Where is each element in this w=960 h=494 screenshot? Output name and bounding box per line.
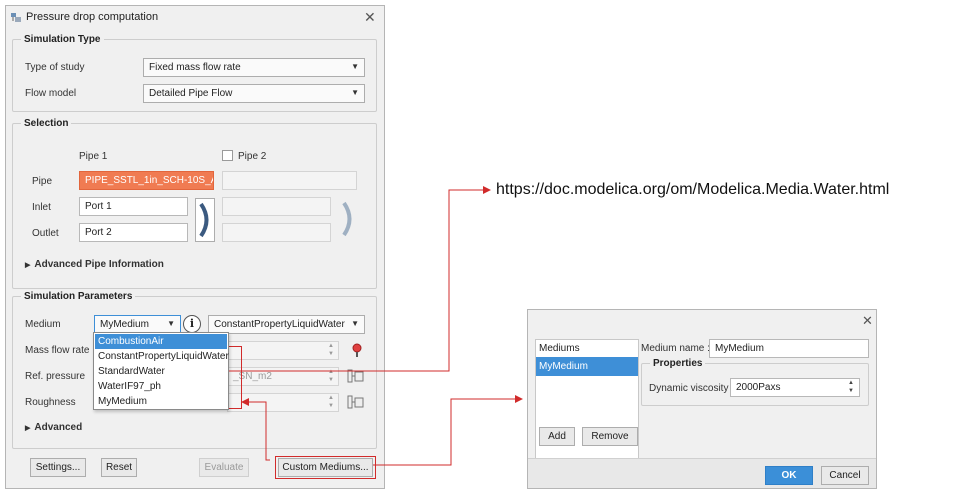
pipe2-outlet-field bbox=[222, 223, 331, 242]
link-unit-icon[interactable] bbox=[347, 367, 365, 385]
flow-model-value: Detailed Pipe Flow bbox=[149, 88, 233, 99]
flow-model-label: Flow model bbox=[25, 88, 77, 99]
app-icon bbox=[11, 13, 21, 22]
advanced-pipe-info-expander[interactable]: ▶ Advanced Pipe Information bbox=[25, 259, 164, 270]
close-icon[interactable]: ✕ bbox=[862, 313, 873, 329]
curved-arrow-icon bbox=[199, 202, 209, 238]
advanced-label: Advanced bbox=[34, 422, 83, 433]
chevron-down-icon: ▼ bbox=[167, 319, 175, 328]
arrow-to-mediums-dialog bbox=[373, 395, 523, 466]
inlet-field[interactable]: Port 1 bbox=[79, 197, 188, 216]
pipe1-flow-direction-button[interactable] bbox=[195, 198, 215, 242]
mass-flow-rate-field bbox=[227, 341, 339, 360]
outlet-field[interactable]: Port 2 bbox=[79, 223, 188, 242]
medium-name-label: Medium name : bbox=[641, 343, 710, 354]
mass-flow-rate-label: Mass flow rate bbox=[25, 345, 90, 356]
roughness-label: Roughness bbox=[25, 397, 76, 408]
pipe1-header: Pipe 1 bbox=[79, 151, 108, 162]
medium-model-value: ConstantPropertyLiquidWater bbox=[214, 319, 345, 330]
outlet-label: Outlet bbox=[32, 228, 59, 239]
dynamic-viscosity-spinner[interactable]: ▲ ▼ bbox=[846, 379, 856, 396]
pipe-label: Pipe bbox=[32, 176, 53, 187]
remove-button[interactable]: Remove bbox=[582, 427, 638, 446]
unit-highlight-box bbox=[228, 346, 242, 409]
dialog-title: Pressure drop computation bbox=[26, 11, 159, 23]
advanced-pipe-info-label: Advanced Pipe Information bbox=[34, 259, 164, 270]
custom-mediums-dialog: ✕ Mediums MyMedium Medium name : MyMediu… bbox=[527, 309, 877, 489]
info-icon[interactable]: i bbox=[183, 315, 201, 333]
medium-model-select[interactable]: ConstantPropertyLiquidWater ▼ bbox=[208, 315, 365, 334]
type-of-study-value: Fixed mass flow rate bbox=[149, 62, 241, 73]
evaluate-button: Evaluate bbox=[199, 458, 249, 477]
pipe2-flow-direction-button bbox=[339, 198, 359, 242]
reset-button[interactable]: Reset bbox=[101, 458, 137, 477]
link-unit-icon[interactable] bbox=[347, 393, 365, 411]
roughness-field bbox=[227, 393, 339, 412]
ref-pressure-field: _SN_m2 bbox=[227, 367, 339, 386]
medium-option[interactable]: CombustionAir bbox=[95, 334, 227, 349]
chevron-down-icon: ▼ bbox=[351, 88, 359, 97]
chevron-down-icon: ▼ bbox=[351, 62, 359, 71]
pipe2-inlet-field bbox=[222, 197, 331, 216]
ref-pressure-spinner: ▲ ▼ bbox=[328, 369, 334, 383]
pipe1-field[interactable]: PIPE_SSTL_1in_SCH-10S_ASME bbox=[79, 171, 214, 190]
cancel-button[interactable]: Cancel bbox=[821, 466, 869, 485]
ref-pressure-label: Ref. pressure bbox=[25, 371, 86, 382]
dynamic-viscosity-input[interactable]: 2000Paxs bbox=[730, 378, 860, 397]
medium-option[interactable]: StandardWater bbox=[95, 364, 227, 379]
mediums-list-item[interactable]: MyMedium bbox=[536, 357, 638, 376]
advanced-expander[interactable]: ▶ Advanced bbox=[25, 422, 82, 433]
medium-label: Medium bbox=[25, 319, 61, 330]
pressure-drop-dialog: Pressure drop computation ✕ Simulation T… bbox=[5, 5, 385, 489]
pipe2-field bbox=[222, 171, 357, 190]
title-bar: Pressure drop computation ✕ bbox=[6, 6, 384, 28]
simulation-type-legend: Simulation Type bbox=[24, 34, 101, 45]
triangle-right-icon: ▶ bbox=[25, 262, 31, 269]
properties-legend: Properties bbox=[653, 358, 703, 369]
medium-option[interactable]: WaterIF97_ph bbox=[95, 379, 227, 394]
medium-value: MyMedium bbox=[100, 319, 149, 330]
type-of-study-select[interactable]: Fixed mass flow rate ▼ bbox=[143, 58, 365, 77]
add-button[interactable]: Add bbox=[539, 427, 575, 446]
mediums-list-header: Mediums bbox=[539, 343, 580, 354]
simulation-parameters-legend: Simulation Parameters bbox=[24, 291, 133, 302]
settings-button[interactable]: Settings... bbox=[30, 458, 86, 477]
medium-name-input[interactable]: MyMedium bbox=[709, 339, 869, 358]
type-of-study-label: Type of study bbox=[25, 62, 85, 73]
dynamic-viscosity-label: Dynamic viscosity bbox=[649, 383, 729, 394]
pipe2-header: Pipe 2 bbox=[238, 151, 267, 162]
mass-flow-rate-spinner: ▲ ▼ bbox=[328, 343, 334, 357]
triangle-right-icon: ▶ bbox=[25, 425, 31, 432]
inlet-label: Inlet bbox=[32, 202, 51, 213]
custom-mediums-highlight-box bbox=[275, 456, 376, 479]
documentation-url: https://doc.modelica.org/om/Modelica.Med… bbox=[496, 181, 890, 198]
ok-button[interactable]: OK bbox=[765, 466, 813, 485]
pipe2-checkbox[interactable] bbox=[222, 150, 233, 161]
roughness-spinner: ▲ ▼ bbox=[328, 395, 334, 409]
thermometer-icon[interactable] bbox=[351, 341, 363, 359]
medium-option[interactable]: ConstantPropertyLiquidWater bbox=[95, 349, 229, 364]
flow-model-select[interactable]: Detailed Pipe Flow ▼ bbox=[143, 84, 365, 103]
selection-legend: Selection bbox=[24, 118, 69, 129]
close-icon[interactable]: ✕ bbox=[364, 9, 376, 26]
curved-arrow-icon bbox=[342, 201, 352, 237]
medium-dropdown-list: CombustionAir ConstantPropertyLiquidWate… bbox=[93, 332, 229, 410]
medium-option[interactable]: MyMedium bbox=[95, 394, 227, 409]
chevron-down-icon: ▼ bbox=[351, 319, 359, 328]
